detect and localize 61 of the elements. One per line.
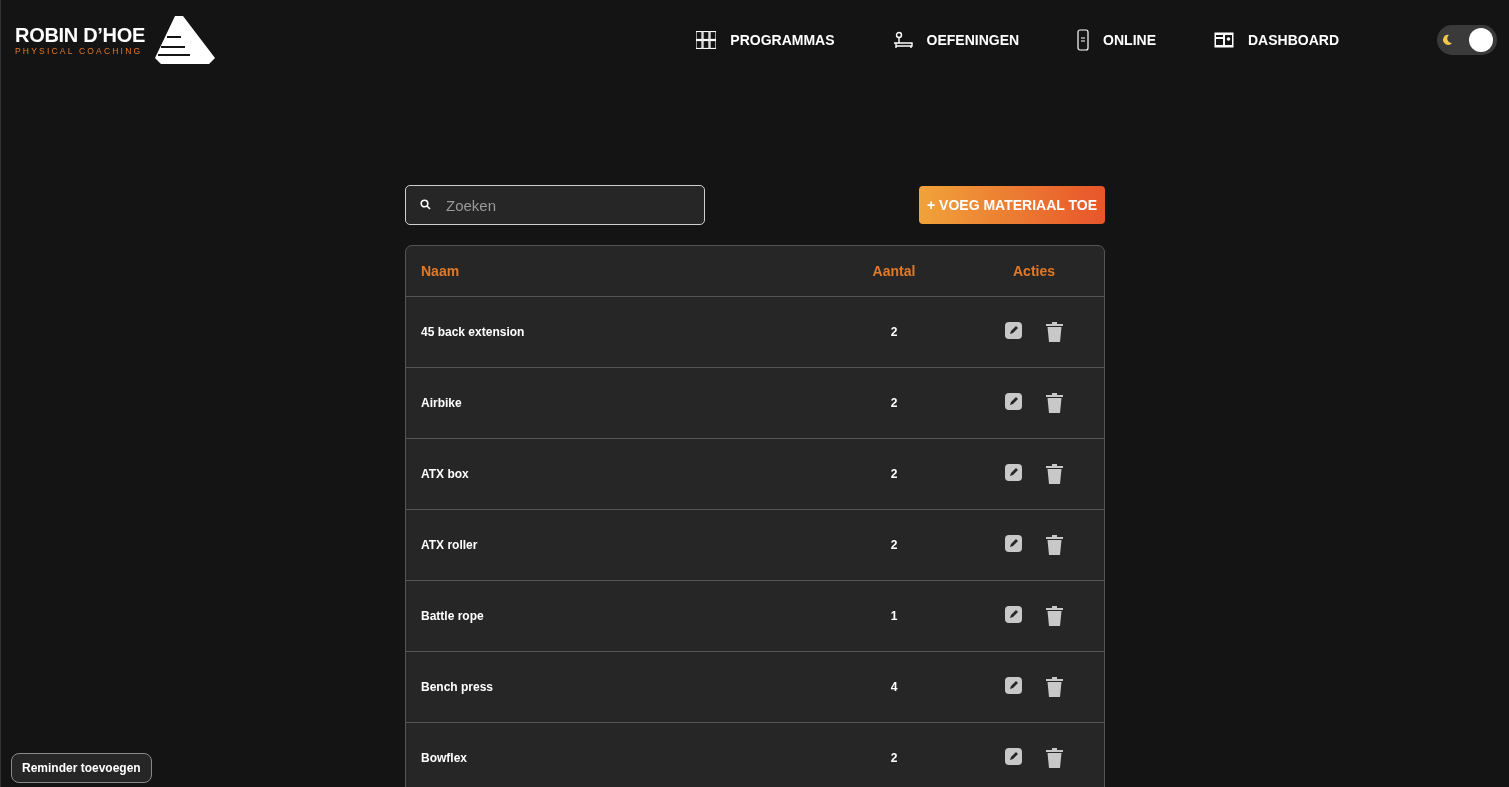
reminder-button[interactable]: Reminder toevoegen — [11, 753, 152, 783]
table-cell-text: Bench press — [421, 680, 495, 694]
edit-button[interactable] — [1005, 322, 1022, 342]
delete-button[interactable] — [1046, 535, 1063, 555]
column-header: Naam — [421, 263, 461, 279]
trash-icon — [1046, 322, 1063, 342]
logo-name: ROBIN D’HOE — [15, 24, 146, 46]
nav-link[interactable]: OEFENINGEN — [892, 31, 1020, 49]
column-header: Aantal — [872, 263, 916, 279]
trash-icon — [1046, 748, 1063, 768]
edit-button[interactable] — [1005, 677, 1022, 697]
table-cell: 2 — [890, 467, 898, 481]
edit-icon — [1005, 535, 1022, 552]
table-cell-text: ATX box — [421, 467, 470, 481]
nav-link[interactable]: ONLINE — [1077, 29, 1156, 51]
bench-icon — [892, 31, 913, 49]
delete-button[interactable] — [1046, 393, 1063, 413]
edit-icon — [1005, 322, 1022, 339]
logo-tagline: PHYSICAL COACHING — [15, 46, 144, 56]
table-cell: 2 — [890, 751, 898, 765]
delete-button[interactable] — [1046, 464, 1063, 484]
table-cell-text: ATX roller — [421, 538, 479, 552]
table-cell-text: Bowflex — [421, 751, 468, 765]
trash-icon — [1046, 393, 1063, 413]
table-cell: 4 — [890, 680, 898, 694]
moon-icon — [1441, 34, 1453, 46]
search-field[interactable]: Zoeken — [405, 185, 705, 225]
nav-link[interactable]: DASHBOARD — [1214, 32, 1339, 48]
edit-icon — [1005, 606, 1022, 623]
table-cell: 2 — [890, 325, 898, 339]
trash-icon — [1046, 606, 1063, 626]
edit-icon — [1005, 748, 1022, 765]
trash-icon — [1046, 535, 1063, 555]
edit-button[interactable] — [1005, 606, 1022, 626]
toggle-knob — [1469, 28, 1493, 52]
table-cell: 1 — [890, 609, 898, 623]
edit-icon — [1005, 677, 1022, 694]
dashboard-icon — [1214, 32, 1234, 48]
table-cell: 2 — [890, 538, 898, 552]
edit-icon — [1005, 393, 1022, 410]
pyramid-logo-icon — [155, 16, 216, 64]
edit-button[interactable] — [1005, 464, 1022, 484]
edit-button[interactable] — [1005, 748, 1022, 768]
phone-icon — [1077, 29, 1090, 51]
delete-button[interactable] — [1046, 322, 1063, 342]
theme-toggle[interactable] — [1437, 25, 1497, 55]
table-cell-text: Airbike — [421, 396, 463, 410]
edit-button[interactable] — [1005, 393, 1022, 413]
column-header: Acties — [1013, 263, 1055, 279]
nav-link[interactable]: PROGRAMMAS — [696, 31, 835, 49]
table-cell: 2 — [890, 396, 898, 410]
delete-button[interactable] — [1046, 677, 1063, 697]
table-cell-text: 45 back extension — [421, 325, 526, 339]
edit-button[interactable] — [1005, 535, 1022, 555]
trash-icon — [1046, 677, 1063, 697]
grid-icon — [696, 31, 717, 49]
delete-button[interactable] — [1046, 748, 1063, 768]
delete-button[interactable] — [1046, 606, 1063, 626]
trash-icon — [1046, 464, 1063, 484]
edit-icon — [1005, 464, 1022, 481]
table-cell-text: Battle rope — [421, 609, 485, 623]
